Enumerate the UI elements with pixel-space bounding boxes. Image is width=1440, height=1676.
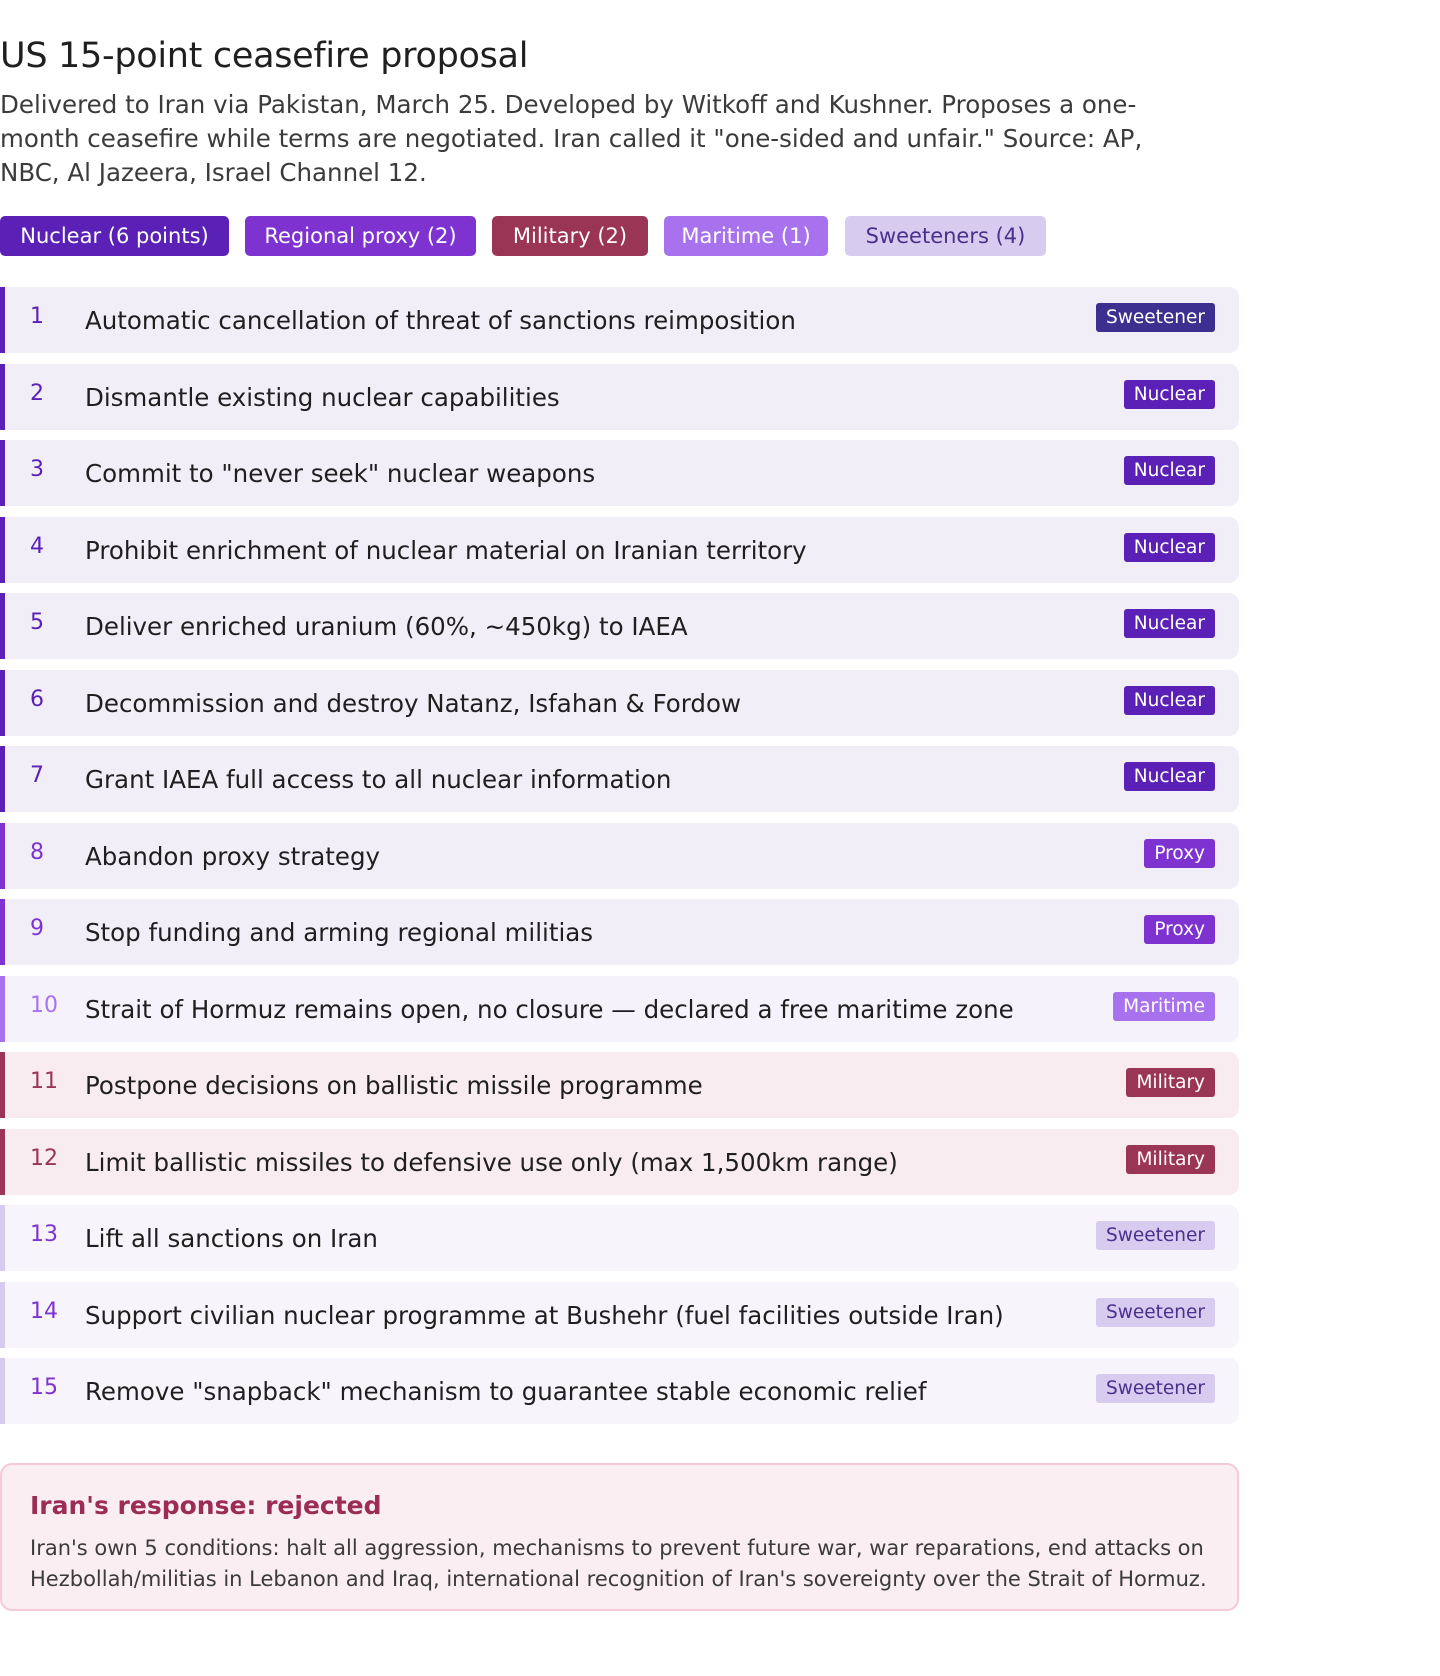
- point-row: 14 Support civilian nuclear programme at …: [0, 1282, 1239, 1348]
- point-row: 4 Prohibit enrichment of nuclear material…: [0, 517, 1239, 583]
- category-tag: Nuclear: [1123, 686, 1215, 715]
- category-tag: Proxy: [1144, 915, 1215, 944]
- point-row: 1 Automatic cancellation of threat of san…: [0, 287, 1239, 353]
- point-row: 15 Remove "snapback" mechanism to guarant…: [0, 1358, 1239, 1424]
- category-tag: Nuclear: [1123, 762, 1215, 791]
- point-text: Commit to "never seek" nuclear weapons: [85, 459, 596, 488]
- point-row: 9 Stop funding and arming regional militi…: [0, 899, 1239, 965]
- point-number: 1: [30, 304, 44, 329]
- point-text: Abandon proxy strategy: [85, 842, 381, 871]
- filter-regional-proxy[interactable]: Regional proxy (2): [245, 216, 476, 256]
- point-number: 6: [30, 687, 44, 712]
- point-text: Stop funding and arming regional militia…: [85, 918, 594, 947]
- point-row: 5 Deliver enriched uranium (60%, ~450kg) …: [0, 593, 1239, 659]
- point-number: 11: [30, 1069, 58, 1094]
- point-number: 8: [30, 840, 44, 865]
- point-text: Decommission and destroy Natanz, Isfahan…: [85, 689, 741, 718]
- category-tag: Sweetener: [1096, 1298, 1215, 1327]
- point-row: 3 Commit to "never seek" nuclear weapons N…: [0, 440, 1239, 506]
- point-text: Automatic cancellation of threat of sanc…: [85, 306, 796, 335]
- filter-military[interactable]: Military (2): [492, 216, 648, 256]
- point-number: 12: [30, 1146, 58, 1171]
- filter-sweeteners[interactable]: Sweeteners (4): [845, 216, 1046, 256]
- point-row: 12 Limit ballistic missiles to defensive …: [0, 1129, 1239, 1195]
- page: US 15-point ceasefire proposal Delivered…: [0, 0, 1440, 1676]
- point-text: Lift all sanctions on Iran: [85, 1224, 378, 1253]
- point-text: Limit ballistic missiles to defensive us…: [85, 1148, 898, 1177]
- iran-response-panel: Iran's response: rejected Iran's own 5 c…: [0, 1463, 1239, 1611]
- point-number: 9: [30, 916, 44, 941]
- point-number: 15: [30, 1375, 58, 1400]
- point-text: Remove "snapback" mechanism to guarantee…: [85, 1377, 927, 1406]
- point-number: 10: [30, 993, 58, 1018]
- category-tag: Nuclear: [1123, 380, 1215, 409]
- point-text: Dismantle existing nuclear capabilities: [85, 383, 560, 412]
- response-title: Iran's response: rejected: [30, 1491, 382, 1520]
- category-tag: Proxy: [1144, 839, 1215, 868]
- category-tag: Nuclear: [1123, 456, 1215, 485]
- point-row: 2 Dismantle existing nuclear capabilities…: [0, 364, 1239, 430]
- category-tag: Nuclear: [1123, 609, 1215, 638]
- point-row: 8 Abandon proxy strategy Proxy: [0, 823, 1239, 889]
- response-body: Iran's own 5 conditions: halt all aggres…: [30, 1536, 1207, 1591]
- point-row: 6 Decommission and destroy Natanz, Isfaha…: [0, 670, 1239, 736]
- filter-nuclear[interactable]: Nuclear (6 points): [0, 216, 229, 256]
- point-number: 2: [30, 381, 44, 406]
- point-number: 5: [30, 610, 44, 635]
- category-tag: Maritime: [1113, 992, 1215, 1021]
- point-number: 4: [30, 534, 44, 559]
- filter-maritime[interactable]: Maritime (1): [664, 216, 828, 256]
- point-number: 7: [30, 763, 44, 788]
- point-text: Support civilian nuclear programme at Bu…: [85, 1301, 1004, 1330]
- point-text: Prohibit enrichment of nuclear material …: [85, 536, 807, 565]
- category-tag: Sweetener: [1096, 1374, 1215, 1403]
- point-text: Grant IAEA full access to all nuclear in…: [85, 765, 672, 794]
- point-text: Strait of Hormuz remains open, no closur…: [85, 995, 1014, 1024]
- point-row: 13 Lift all sanctions on Iran Sweetener: [0, 1205, 1239, 1271]
- point-text: Deliver enriched uranium (60%, ~450kg) t…: [85, 612, 688, 641]
- page-subtitle: Delivered to Iran via Pakistan, March 25…: [0, 90, 1143, 187]
- point-number: 14: [30, 1299, 58, 1324]
- page-title: US 15-point ceasefire proposal: [0, 36, 529, 76]
- point-row: 7 Grant IAEA full access to all nuclear i…: [0, 746, 1239, 812]
- category-tag: Nuclear: [1123, 533, 1215, 562]
- category-tag: Sweetener: [1096, 303, 1215, 332]
- category-tag: Military: [1126, 1068, 1215, 1097]
- category-tag: Military: [1126, 1145, 1215, 1174]
- point-text: Postpone decisions on ballistic missile …: [85, 1071, 703, 1100]
- category-tag: Sweetener: [1096, 1221, 1215, 1250]
- point-row: 11 Postpone decisions on ballistic missil…: [0, 1052, 1239, 1118]
- point-number: 13: [30, 1222, 58, 1247]
- point-row: 10 Strait of Hormuz remains open, no clos…: [0, 976, 1239, 1042]
- point-number: 3: [30, 457, 44, 482]
